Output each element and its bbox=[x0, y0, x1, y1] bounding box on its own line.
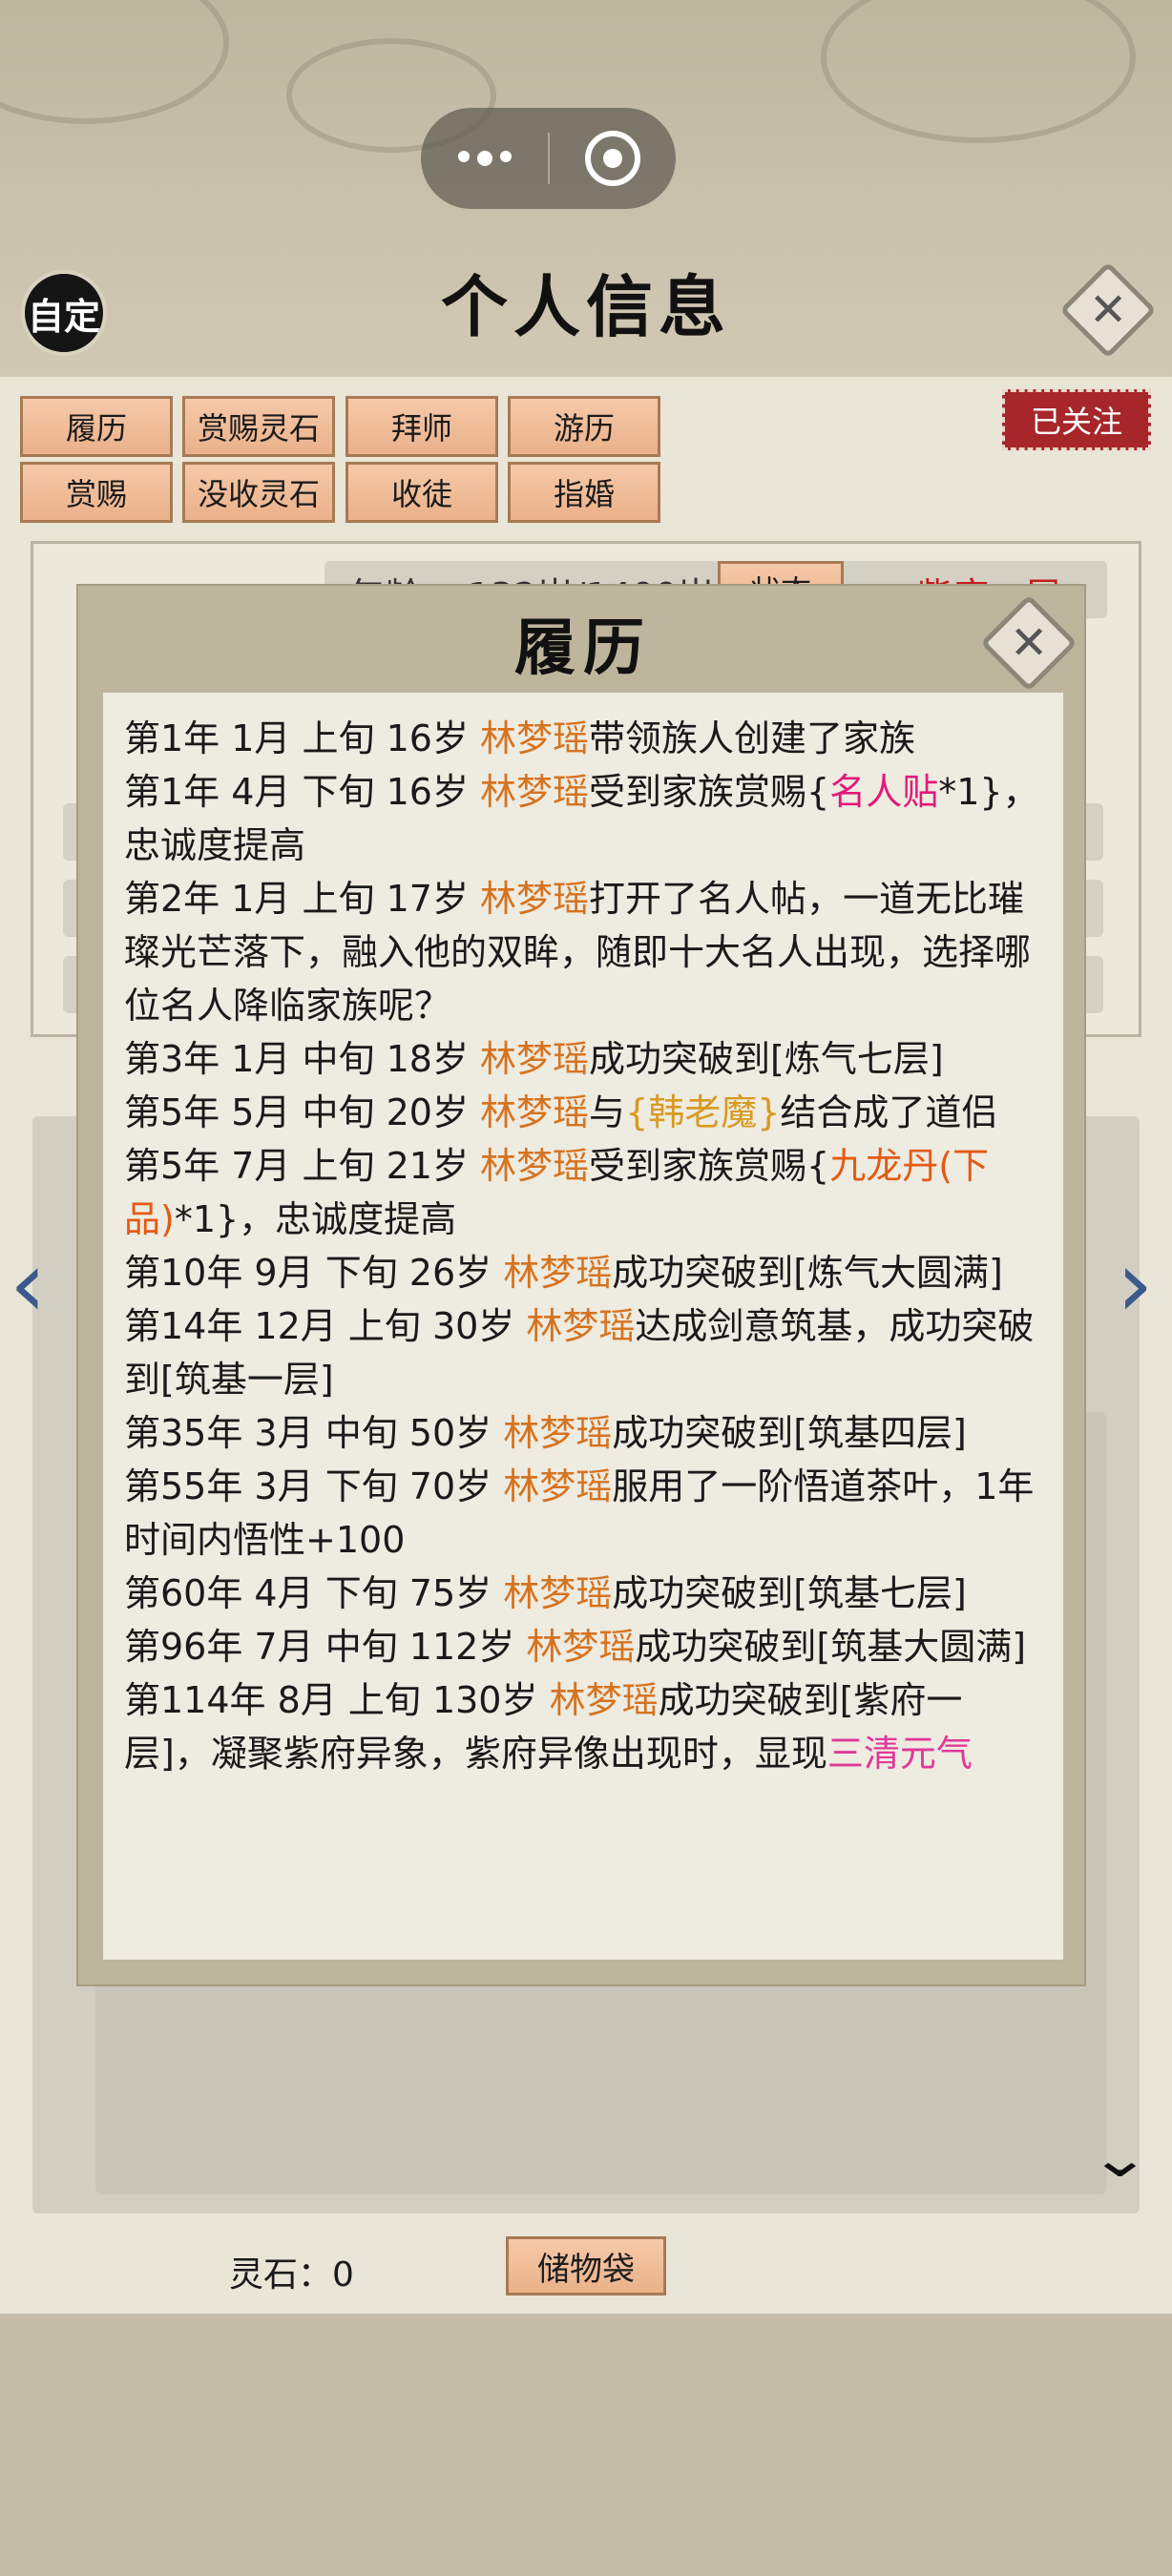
entry-text: 第35年 3月 中旬 50岁 bbox=[124, 1412, 504, 1454]
history-entry: 第1年 1月 上旬 16岁 林梦瑶带领族人创建了家族 bbox=[124, 712, 1040, 765]
cloud-decoration bbox=[821, 0, 1136, 143]
footer-band bbox=[0, 2314, 1172, 2576]
history-paper: 第1年 1月 上旬 16岁 林梦瑶带领族人创建了家族 第1年 4月 下旬 16岁 … bbox=[103, 693, 1063, 1960]
character-name: 林梦瑶 bbox=[480, 771, 590, 813]
entry-text: 成功突破到[炼气大圆满] bbox=[612, 1252, 1003, 1294]
tab-history[interactable]: 履历 bbox=[20, 396, 173, 457]
character-name: 林梦瑶 bbox=[480, 1145, 590, 1187]
record-icon[interactable] bbox=[550, 131, 676, 186]
auto-button[interactable]: 自定 bbox=[21, 270, 107, 356]
entry-text: 第5年 7月 上旬 21岁 bbox=[124, 1145, 481, 1187]
history-entry: 第1年 4月 下旬 16岁 林梦瑶受到家族赏赐{名人贴*1}，忠诚度提高 bbox=[124, 765, 1040, 872]
character-name: 林梦瑶 bbox=[503, 1465, 613, 1507]
character-name: 林梦瑶 bbox=[480, 1038, 590, 1080]
entry-text: 成功突破到[筑基四层] bbox=[612, 1412, 967, 1454]
entry-text: 成功突破到[筑基大圆满] bbox=[635, 1626, 1027, 1668]
entry-text: 受到家族赏赐{ bbox=[589, 771, 830, 813]
entry-text: 成功突破到[炼气七层] bbox=[589, 1038, 944, 1080]
character-name: 林梦瑶 bbox=[480, 717, 590, 759]
entry-text: 带领族人创建了家族 bbox=[589, 717, 916, 759]
entry-text: *1}，忠诚度提高 bbox=[174, 1198, 457, 1240]
character-name: 林梦瑶 bbox=[480, 878, 590, 920]
character-name: 林梦瑶 bbox=[480, 1091, 590, 1133]
entry-text: 第114年 8月 上旬 130岁 bbox=[124, 1679, 550, 1721]
history-modal: 履历 ✕ 第1年 1月 上旬 16岁 林梦瑶带领族人创建了家族 第1年 4月 下旬… bbox=[76, 584, 1086, 1986]
history-entry: 第5年 7月 上旬 21岁 林梦瑶受到家族赏赐{九龙丹(下品)*1}，忠诚度提高 bbox=[124, 1139, 1040, 1246]
entry-text: 第1年 4月 下旬 16岁 bbox=[124, 771, 481, 813]
tab-arrange-marriage[interactable]: 指婚 bbox=[508, 462, 660, 523]
history-entry: 第5年 5月 中旬 20岁 林梦瑶与{韩老魔}结合成了道侣 bbox=[124, 1086, 1040, 1139]
more-dots-icon[interactable] bbox=[421, 151, 548, 166]
history-entry: 第35年 3月 中旬 50岁 林梦瑶成功突破到[筑基四层] bbox=[124, 1406, 1040, 1460]
followed-badge[interactable]: 已关注 bbox=[1002, 389, 1151, 450]
tab-apprentice[interactable]: 拜师 bbox=[345, 396, 498, 457]
entry-text: 第60年 4月 下旬 75岁 bbox=[124, 1572, 504, 1614]
item-name: {韩老魔} bbox=[625, 1091, 781, 1133]
spirit-stone-count: 灵石：0 bbox=[229, 2255, 354, 2295]
mini-program-capsule bbox=[421, 108, 676, 209]
tab-travel[interactable]: 游历 bbox=[508, 396, 660, 457]
entry-text: 第96年 7月 中旬 112岁 bbox=[124, 1626, 527, 1668]
tab-confiscate-stones[interactable]: 没收灵石 bbox=[182, 462, 335, 523]
history-entry: 第14年 12月 上旬 30岁 林梦瑶达成剑意筑基，成功突破到[筑基一层] bbox=[124, 1299, 1040, 1406]
tab-reward-stones[interactable]: 赏赐灵石 bbox=[182, 396, 335, 457]
chevron-down-icon[interactable]: ⌄ bbox=[1089, 2128, 1152, 2190]
entry-text: 第14年 12月 上旬 30岁 bbox=[124, 1305, 527, 1347]
history-entry: 第60年 4月 下旬 75岁 林梦瑶成功突破到[筑基七层] bbox=[124, 1567, 1040, 1620]
storage-bag-button[interactable]: 储物袋 bbox=[506, 2236, 666, 2296]
entry-text: 成功突破到[筑基七层] bbox=[612, 1572, 967, 1614]
item-name: 三清元气 bbox=[827, 1733, 973, 1775]
character-name: 林梦瑶 bbox=[526, 1305, 636, 1347]
arrow-right-icon[interactable]: › bbox=[1117, 1238, 1155, 1330]
tab-reward[interactable]: 赏赐 bbox=[20, 462, 173, 523]
history-entry: 第55年 3月 下旬 70岁 林梦瑶服用了一阶悟道茶叶，1年时间内悟性+100 bbox=[124, 1460, 1040, 1567]
character-name: 林梦瑶 bbox=[503, 1572, 613, 1614]
entry-text: 结合成了道侣 bbox=[780, 1091, 998, 1133]
entry-text: 受到家族赏赐{ bbox=[589, 1145, 830, 1187]
character-name: 林梦瑶 bbox=[503, 1412, 613, 1454]
entry-text: 第10年 9月 下旬 26岁 bbox=[124, 1252, 504, 1294]
history-entry: 第3年 1月 中旬 18岁 林梦瑶成功突破到[炼气七层] bbox=[124, 1032, 1040, 1086]
item-name: 名人贴 bbox=[829, 771, 939, 813]
modal-title: 履历 bbox=[514, 613, 652, 684]
character-name: 林梦瑶 bbox=[503, 1252, 613, 1294]
page-title: 个人信息 bbox=[441, 267, 731, 346]
entry-text: 第3年 1月 中旬 18岁 bbox=[124, 1038, 481, 1080]
history-list: 第1年 1月 上旬 16岁 林梦瑶带领族人创建了家族 第1年 4月 下旬 16岁 … bbox=[124, 712, 1040, 1780]
entry-text: 第5年 5月 中旬 20岁 bbox=[124, 1091, 481, 1133]
character-name: 林梦瑶 bbox=[549, 1679, 659, 1721]
entry-text: 与 bbox=[589, 1091, 626, 1133]
arrow-left-icon[interactable]: ‹ bbox=[10, 1238, 48, 1330]
cloud-decoration bbox=[0, 0, 229, 124]
entry-text: 第55年 3月 下旬 70岁 bbox=[124, 1465, 504, 1507]
entry-text: 第1年 1月 上旬 16岁 bbox=[124, 717, 481, 759]
history-entry: 第10年 9月 下旬 26岁 林梦瑶成功突破到[炼气大圆满] bbox=[124, 1246, 1040, 1299]
history-entry: 第96年 7月 中旬 112岁 林梦瑶成功突破到[筑基大圆满] bbox=[124, 1620, 1040, 1673]
history-entry: 第2年 1月 上旬 17岁 林梦瑶打开了名人帖，一道无比璀璨光芒落下，融入他的双… bbox=[124, 872, 1040, 1032]
character-name: 林梦瑶 bbox=[526, 1626, 636, 1668]
tab-take-disciple[interactable]: 收徒 bbox=[345, 462, 498, 523]
history-entry: 第114年 8月 上旬 130岁 林梦瑶成功突破到[紫府一层]，凝聚紫府异象，紫… bbox=[124, 1673, 1040, 1780]
entry-text: 第2年 1月 上旬 17岁 bbox=[124, 878, 481, 920]
